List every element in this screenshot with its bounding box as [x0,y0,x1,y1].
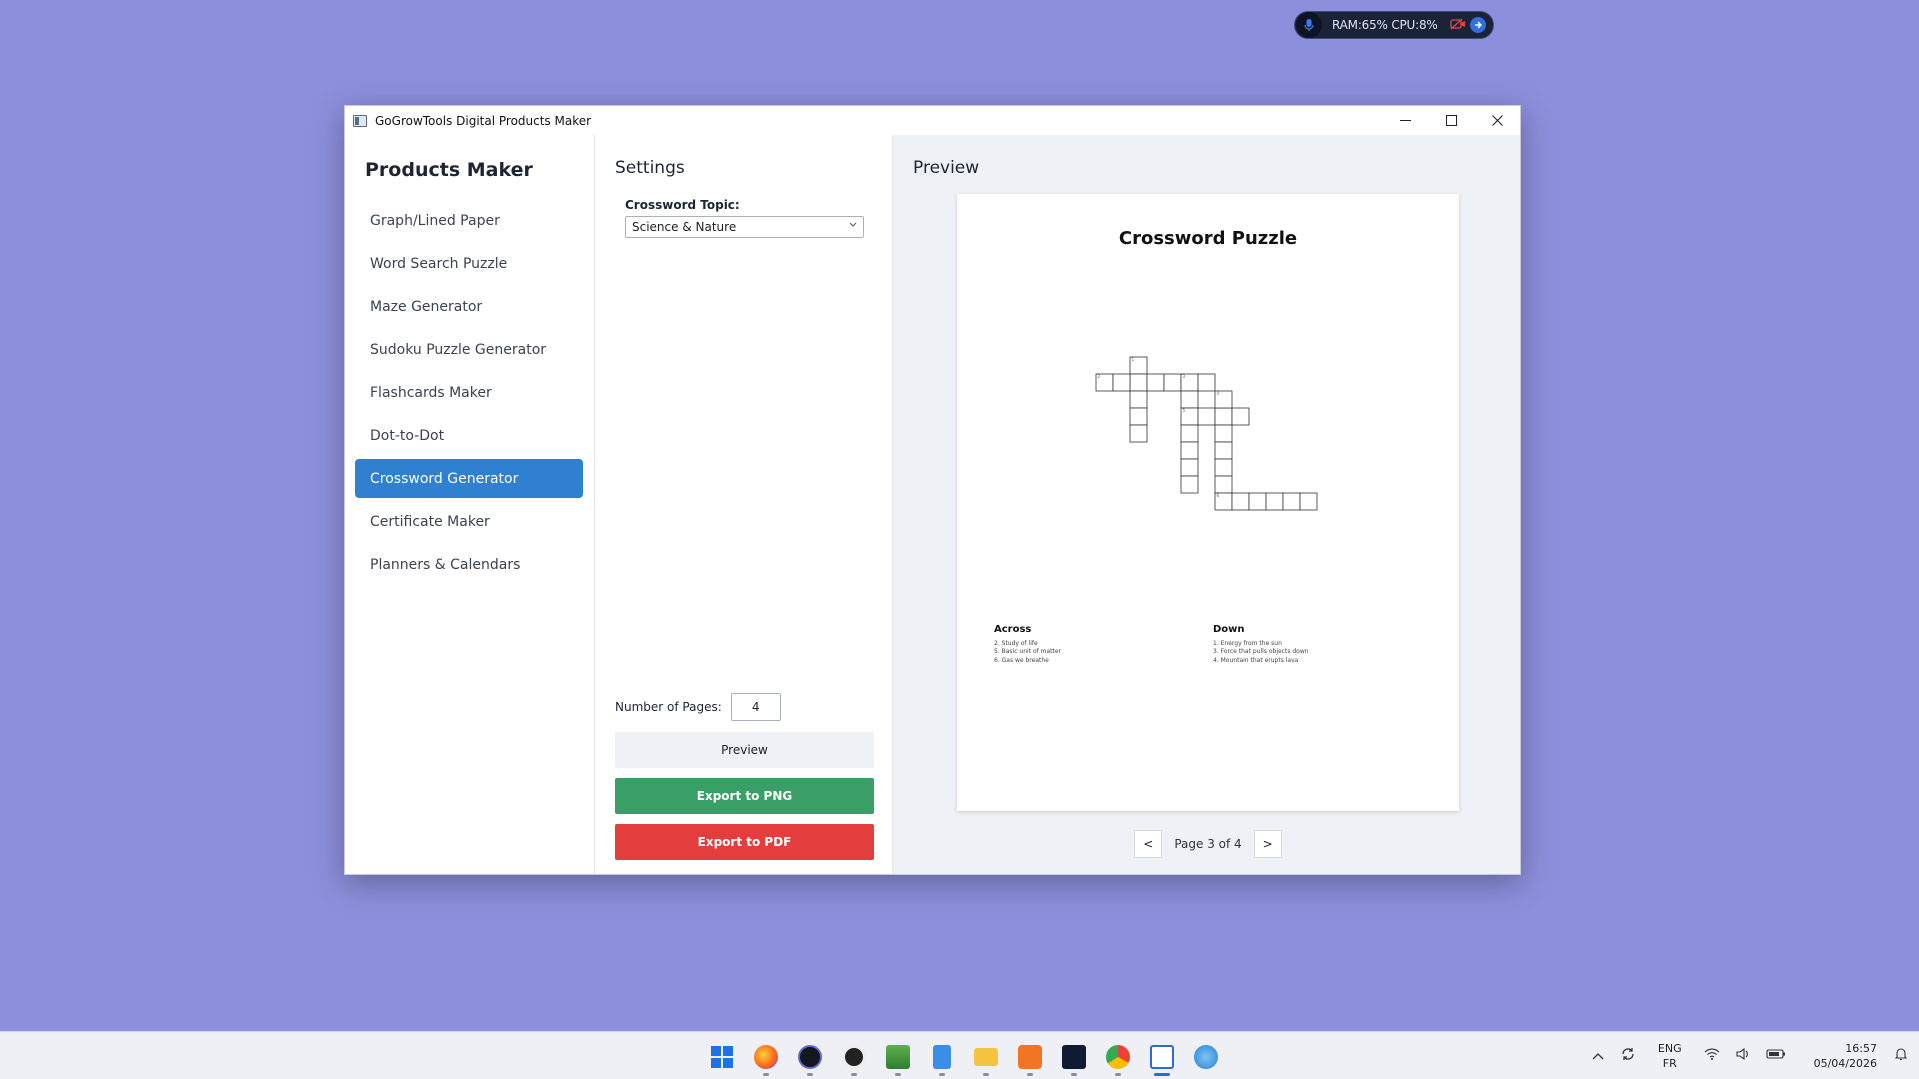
editor-icon [1062,1045,1086,1069]
page-indicator: Page 3 of 4 [1174,837,1242,851]
products-maker-taskbar-button[interactable] [1140,1038,1184,1076]
keyboard-layout: FR [1662,1057,1677,1070]
sidebar-item-maze[interactable]: Maze Generator [355,287,583,326]
app-window: GoGrowTools Digital Products Maker Produ… [344,105,1521,875]
chart-app-taskbar-button[interactable] [876,1038,920,1076]
crossword-topic-label: Crossword Topic: [625,198,740,212]
app-icon [798,1045,822,1069]
notification-bell-icon[interactable] [1894,1047,1908,1065]
title-bar[interactable]: GoGrowTools Digital Products Maker [345,106,1520,135]
minimize-button[interactable] [1382,106,1428,135]
preview-title: Preview [913,158,980,178]
obs-icon [842,1045,866,1069]
globe-icon [1194,1045,1218,1069]
window-title: GoGrowTools Digital Products Maker [375,113,592,128]
maximize-icon [1445,115,1457,126]
settings-panel: Settings Crossword Topic: Science & Natu… [595,135,893,874]
system-tray: ENG FR 16:57 05/04/2026 [1584,1032,1919,1079]
sidebar-item-certificate[interactable]: Certificate Maker [355,502,583,541]
preview-page: Crossword Puzzle 1 2 3 4 5 6 Across 2. S… [957,194,1459,811]
next-page-button[interactable]: > [1253,830,1282,858]
export-png-button[interactable]: Export to PNG [615,778,874,814]
start-button[interactable] [700,1038,744,1076]
notepad-taskbar-button[interactable] [920,1038,964,1076]
preview-button[interactable]: Preview [615,732,874,768]
down-heading: Down [1213,624,1245,635]
camera-off-icon[interactable] [1449,18,1466,33]
crossword-grid: 1 2 3 4 5 6 [1095,356,1318,511]
chrome-icon [1106,1045,1130,1069]
language-indicator[interactable]: ENG FR [1658,1041,1682,1071]
folder-icon [974,1048,998,1066]
wifi-icon[interactable] [1704,1048,1720,1064]
sidebar-item-sudoku[interactable]: Sudoku Puzzle Generator [355,330,583,369]
windows-icon [711,1046,733,1068]
maximize-button[interactable] [1428,106,1474,135]
across-clue: 6. Gas we breathe [994,656,1049,664]
microphone-icon[interactable] [1296,12,1322,38]
editor-taskbar-button[interactable] [1052,1038,1096,1076]
taskbar: ENG FR 16:57 05/04/2026 [0,1031,1919,1079]
globe-app-taskbar-button[interactable] [1184,1038,1228,1076]
language-code: ENG [1657,1042,1682,1055]
sync-icon[interactable] [1620,1046,1636,1066]
settings-title: Settings [615,158,685,178]
down-clue: 3. Force that pulls objects down [1213,648,1309,655]
clock-date: 05/04/2026 [1813,1057,1877,1070]
firefox-taskbar-button[interactable] [744,1038,788,1076]
app-taskbar-button[interactable] [788,1038,832,1076]
close-icon [1491,115,1503,126]
clock-time: 16:57 [1845,1042,1877,1055]
across-clues: Across 2. Study of life 5. Basic unit of… [994,624,1062,665]
previous-page-button[interactable]: < [1134,830,1163,858]
crossword-topic-value: Science & Nature [632,220,737,234]
firefox-icon [754,1045,778,1069]
crossword-topic-select[interactable]: Science & Nature [625,216,864,238]
number-of-pages-input[interactable]: 4 [730,693,781,721]
system-monitor-widget[interactable]: RAM:65% CPU:8% [1294,11,1494,39]
notepad-icon [933,1045,951,1069]
resource-usage-text: RAM:65% CPU:8% [1332,18,1438,32]
xampp-icon [1018,1045,1042,1069]
battery-icon[interactable] [1766,1048,1786,1064]
xampp-taskbar-button[interactable] [1008,1038,1052,1076]
sidebar-item-word-search[interactable]: Word Search Puzzle [355,244,583,283]
products-maker-icon [1150,1045,1174,1069]
sidebar-item-flashcards[interactable]: Flashcards Maker [355,373,583,412]
number-of-pages-label: Number of Pages: [615,700,722,714]
chevron-down-icon [849,220,857,231]
chrome-taskbar-button[interactable] [1096,1038,1140,1076]
across-heading: Across [994,624,1032,635]
across-clue: 5. Basic unit of matter [994,648,1062,655]
sidebar-item-crossword[interactable]: Crossword Generator [355,459,583,498]
down-clue: 4. Mountain that erupts lava [1213,656,1299,664]
volume-icon[interactable] [1736,1047,1750,1064]
chevron-up-icon[interactable] [1592,1049,1604,1064]
sidebar-title: Products Maker [365,159,533,181]
down-clue: 1. Energy from the sun [1213,639,1282,647]
sidebar-item-dot-to-dot[interactable]: Dot-to-Dot [355,416,583,455]
sidebar-item-graph-lined-paper[interactable]: Graph/Lined Paper [355,201,583,240]
close-button[interactable] [1474,106,1520,135]
sidebar: Products Maker Graph/Lined Paper Word Se… [345,135,595,874]
obs-taskbar-button[interactable] [832,1038,876,1076]
chart-app-icon [886,1045,910,1069]
across-clue: 2. Study of life [994,639,1038,647]
page-navigation: < Page 3 of 4 > [957,830,1459,858]
minimize-icon [1399,120,1411,121]
app-icon [353,114,367,127]
sidebar-item-planners[interactable]: Planners & Calendars [355,545,583,584]
clock[interactable]: 16:57 05/04/2026 [1814,1041,1877,1071]
file-explorer-taskbar-button[interactable] [964,1038,1008,1076]
export-pdf-button[interactable]: Export to PDF [615,824,874,860]
preview-panel: Preview Crossword Puzzle 1 2 3 4 5 6 Acr… [893,135,1520,874]
down-clues: Down 1. Energy from the sun 3. Force tha… [1213,624,1309,665]
arrow-right-icon[interactable] [1469,17,1486,33]
